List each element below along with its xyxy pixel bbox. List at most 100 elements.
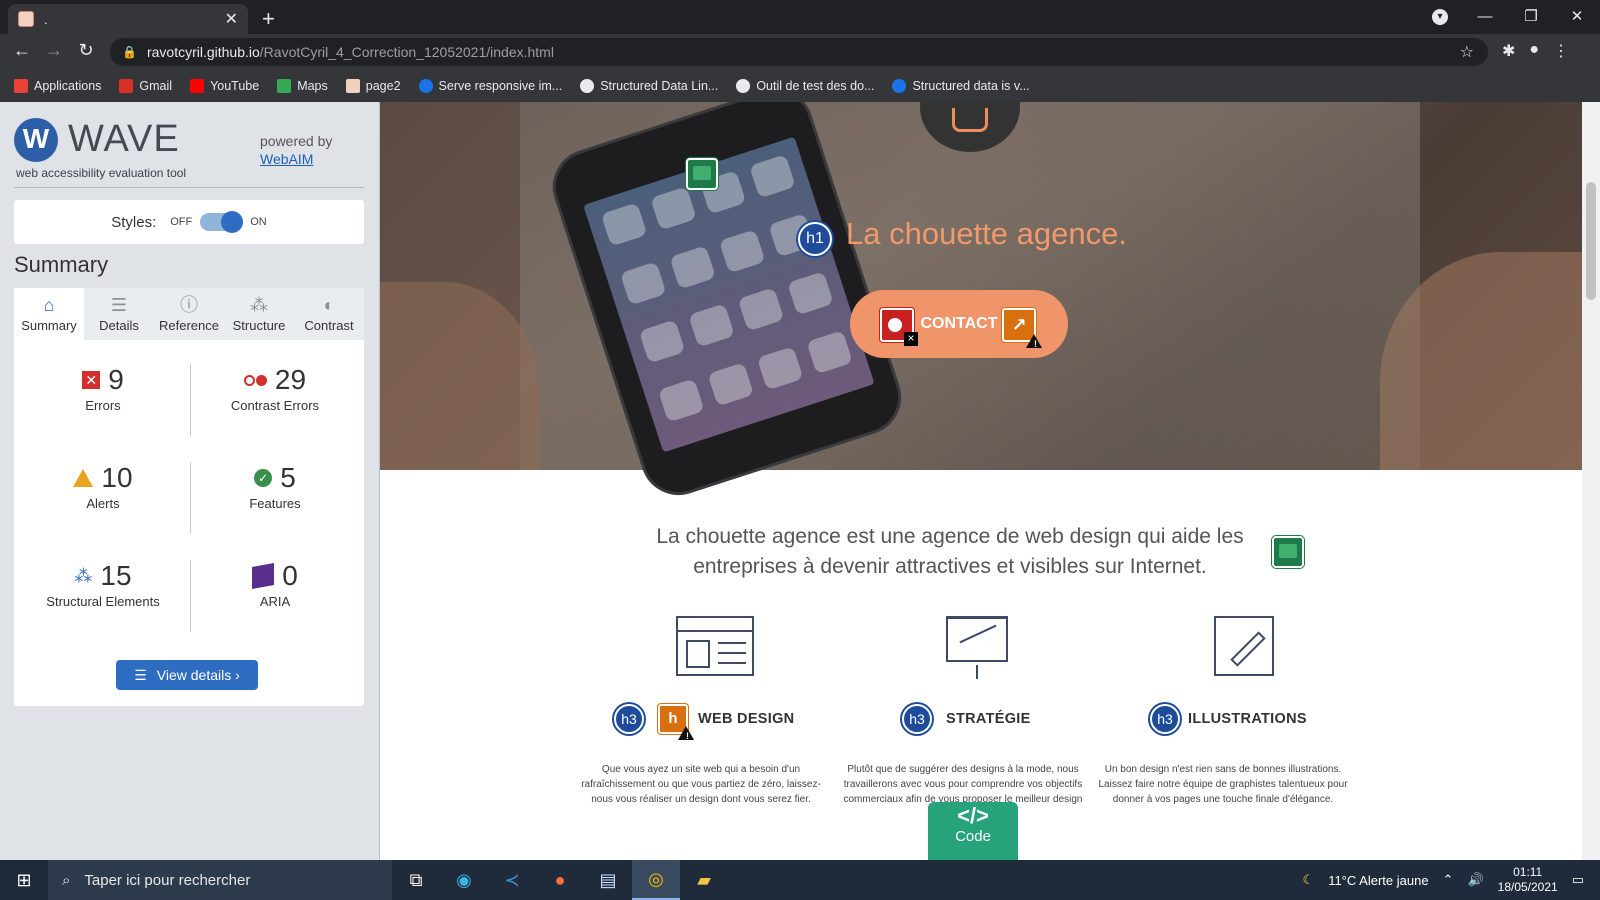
h3-badge-icon[interactable]: h3	[902, 704, 932, 734]
tab-search-icon[interactable]: ▾	[1432, 9, 1448, 25]
wave-code-button[interactable]: </> Code	[928, 802, 1018, 860]
address-bar[interactable]: 🔒 ravotcyril.github.io /RavotCyril_4_Cor…	[110, 38, 1488, 66]
favicon-icon	[18, 11, 34, 27]
service-text-illustrations: Un bon design n'est rien sans de bonnes …	[1098, 764, 1348, 805]
bookmark-item[interactable]: Serve responsive im...	[418, 79, 562, 93]
restore-icon[interactable]: ❐	[1508, 4, 1554, 30]
bookmark-label: YouTube	[210, 79, 260, 93]
bookmark-item[interactable]: page2	[345, 79, 401, 93]
wave-error-icon[interactable]	[880, 308, 918, 346]
h3-badge-icon[interactable]: h3	[614, 704, 644, 734]
bookmark-item[interactable]: Maps	[277, 79, 328, 93]
profile-icon[interactable]: ●	[1529, 41, 1539, 61]
volume-icon[interactable]: 🔊	[1467, 872, 1483, 888]
chrome-icon[interactable]: ◎	[632, 860, 680, 900]
stat-label: Features	[249, 496, 301, 511]
stat-label: Errors	[85, 398, 121, 413]
hero-hand-left	[380, 282, 540, 470]
chevron-up-icon[interactable]: ⌃	[1443, 872, 1454, 888]
hero-section: h1 La chouette agence. CONTACT ↗	[380, 102, 1582, 505]
bookmark-item[interactable]: Structured Data Lin...	[580, 79, 718, 93]
globe-icon	[736, 79, 751, 93]
toggle-knob	[221, 211, 244, 233]
wave-tabs: ⌂ Summary ☰ Details ⓘ Reference ⁂ Structure …	[14, 288, 364, 340]
minimize-icon[interactable]: —	[1462, 4, 1508, 30]
bookmark-item[interactable]: Structured data is v...	[892, 79, 1030, 93]
code-label: Code	[955, 828, 991, 845]
stat-alerts: 10 Alerts	[18, 462, 188, 511]
reload-icon[interactable]: ↻	[74, 40, 98, 61]
windows-start-icon[interactable]: ⊞	[0, 860, 48, 900]
notifications-icon[interactable]: ▭	[1572, 872, 1584, 888]
stat-label: Structural Elements	[46, 594, 160, 609]
info-icon: ⓘ	[180, 295, 198, 315]
tab-details[interactable]: ☰ Details	[84, 288, 154, 340]
aria-icon	[252, 563, 275, 589]
h1-badge-icon[interactable]: h1	[798, 222, 832, 256]
menu-icon[interactable]: ⋮	[1553, 41, 1569, 61]
stat-value: 10	[101, 462, 133, 493]
phone-screen	[583, 136, 875, 453]
notepad-icon[interactable]: ▤	[584, 860, 632, 900]
styles-label: Styles:	[111, 213, 157, 231]
wave-image-feature-icon[interactable]	[1272, 536, 1304, 568]
page-favicon-icon	[345, 79, 360, 93]
page-scrollbar[interactable]	[1582, 102, 1600, 860]
wave-alert-link-icon[interactable]: ↗	[1002, 308, 1042, 348]
stat-value: 29	[274, 364, 307, 395]
bookmark-item[interactable]: Applications	[14, 79, 101, 93]
powered-by: powered by WebAIM	[260, 132, 332, 168]
forward-icon[interactable]: →	[42, 40, 66, 61]
bookmark-item[interactable]: YouTube	[190, 79, 259, 93]
url-host: ravotcyril.github.io	[146, 44, 260, 60]
close-window-icon[interactable]: ✕	[1554, 4, 1600, 30]
stat-value: 9	[108, 364, 124, 395]
wave-image-feature-icon[interactable]	[686, 158, 718, 190]
tab-reference[interactable]: ⓘ Reference	[154, 288, 224, 340]
bookmark-star-icon[interactable]: ☆	[1460, 42, 1474, 62]
wave-subtitle: web accessibility evaluation tool	[16, 166, 187, 180]
back-icon[interactable]: ←	[10, 40, 34, 61]
styles-off-label: OFF	[170, 216, 193, 228]
scrollbar-thumb[interactable]	[1586, 182, 1596, 300]
file-explorer-icon[interactable]: ▰	[680, 860, 728, 900]
tab-label: Contrast	[304, 318, 354, 333]
edge-icon[interactable]: ◉	[440, 860, 488, 900]
new-tab-button[interactable]: +	[262, 6, 275, 32]
webaim-link[interactable]: WebAIM	[260, 150, 332, 168]
clock[interactable]: 01:11 18/05/2021	[1498, 865, 1558, 895]
page-viewport: h1 La chouette agence. CONTACT ↗ La chou…	[380, 102, 1582, 860]
firefox-icon[interactable]: ●	[536, 860, 584, 900]
tab-structure[interactable]: ⁂ Structure	[224, 288, 294, 340]
taskbar-search-placeholder: Taper ici pour rechercher	[84, 871, 251, 889]
styles-on-label: ON	[250, 216, 267, 228]
tab-contrast[interactable]: ◐ Contrast	[294, 288, 364, 340]
bookmark-item[interactable]: Outil de test des do...	[736, 79, 874, 93]
system-tray: ☾ 11°C Alerte jaune ⌃ 🔊 01:11 18/05/2021…	[1303, 865, 1600, 895]
feature-check-icon: ✓	[254, 469, 273, 487]
vscode-icon[interactable]: ≺	[488, 860, 536, 900]
lock-icon[interactable]: 🔒	[122, 45, 137, 59]
close-tab-icon[interactable]: ✕	[225, 9, 238, 29]
bookmark-item[interactable]: Gmail	[119, 79, 172, 93]
list-icon: ☰	[110, 295, 128, 315]
h3-badge-icon[interactable]: h3	[1150, 704, 1180, 734]
structure-icon: ⁂	[74, 565, 93, 586]
browser-tab[interactable]: . ✕	[8, 4, 248, 34]
bookmark-label: Structured Data Lin...	[600, 79, 719, 93]
weather-text[interactable]: 11°C Alerte jaune	[1328, 873, 1428, 888]
tab-label: Reference	[159, 318, 219, 333]
taskbar-search[interactable]: ⌕ Taper ici pour rechercher	[48, 860, 392, 900]
view-details-button[interactable]: ☰ View details ›	[116, 660, 258, 690]
site-favicon-icon	[892, 79, 907, 93]
service-text-web-design: Que vous ayez un site web qui a besoin d…	[581, 764, 821, 805]
tab-label: Summary	[21, 318, 77, 333]
stat-features: ✓ 5 Features	[190, 462, 360, 511]
stat-value: 0	[282, 560, 298, 591]
extensions-icon[interactable]: ✱	[1502, 41, 1515, 61]
styles-toggle[interactable]	[200, 211, 244, 233]
wave-alert-heading-icon[interactable]: h	[658, 704, 694, 740]
task-view-icon[interactable]: ⧉	[392, 860, 440, 900]
tab-summary[interactable]: ⌂ Summary	[14, 288, 84, 340]
stat-structural: ⁂ 15 Structural Elements	[18, 560, 188, 609]
